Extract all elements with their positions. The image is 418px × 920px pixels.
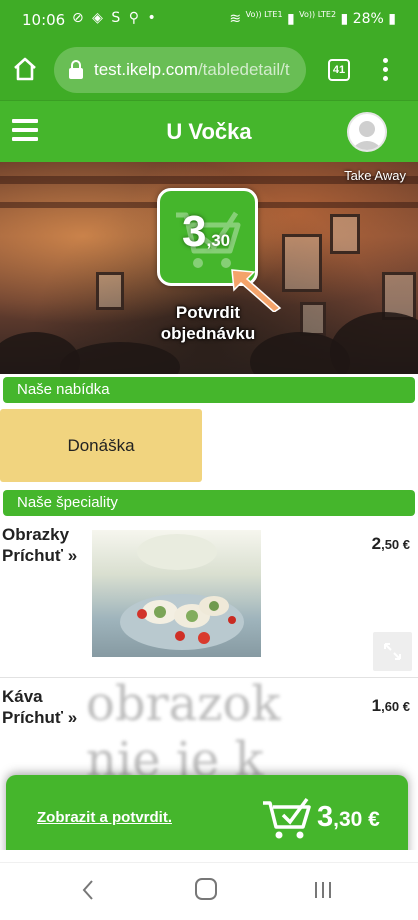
url-host: test.ikelp.com	[94, 60, 198, 79]
recent-apps-icon[interactable]	[313, 880, 333, 900]
home-icon[interactable]	[12, 56, 38, 82]
section-header-offer: Naše nabídka	[3, 377, 415, 403]
restaurant-hero-image: Take Away 3,30 Potvrdit objednávku	[0, 162, 418, 374]
signal-1-icon: ▮	[286, 11, 295, 27]
battery-icon: ▮	[388, 11, 396, 27]
product-row[interactable]: Obrazky Príchuť » 2,50 €	[0, 516, 418, 678]
notification-icons: ⊘ ◈ S ⚲ •	[72, 10, 158, 26]
product-name[interactable]: Káva Príchuť »	[2, 686, 90, 728]
more-options-icon[interactable]	[381, 56, 389, 84]
product-name[interactable]: Obrazky Príchuť »	[2, 524, 90, 566]
system-nav-bar	[0, 862, 418, 920]
url-path: /tabledetail/t	[197, 60, 290, 79]
product-image[interactable]	[92, 530, 261, 657]
url-bar[interactable]: test.ikelp.com/tabledetail/t	[54, 47, 306, 93]
food-plate-image	[120, 534, 244, 650]
bottom-strip	[0, 850, 418, 862]
image-placeholder-text: obrazok nie je k	[86, 676, 281, 788]
checkout-total: 3,30 €	[317, 801, 380, 834]
product-price: 2,50 €	[372, 534, 410, 554]
delivery-tile[interactable]: Donáška	[0, 409, 202, 482]
wifi-icon: ≋	[229, 11, 242, 27]
network-2-label: Vo)) LTE2	[299, 10, 337, 19]
tab-switcher-button[interactable]: 41	[328, 59, 350, 81]
lock-icon	[69, 60, 83, 79]
product-price-cents: ,60 €	[381, 699, 410, 714]
battery-percent: 28%	[352, 11, 384, 27]
view-and-confirm-link[interactable]: Zobrazit a potvrdit.	[37, 809, 172, 826]
cart-check-icon	[263, 797, 311, 839]
section-header-specials: Naše špeciality	[3, 490, 415, 516]
home-button-icon[interactable]	[195, 878, 217, 900]
product-price-cents: ,50 €	[381, 537, 410, 552]
checkout-bar[interactable]: Zobrazit a potvrdit. 3,30 €	[6, 775, 408, 860]
status-right: ≋ Vo)) LTE1 ▮ Vo)) LTE2 ▮ 28% ▮	[229, 10, 396, 28]
take-away-label[interactable]: Take Away	[344, 168, 406, 183]
checkout-total-cents: ,30 €	[333, 808, 380, 831]
cart-total-main: 3	[182, 207, 207, 256]
back-icon[interactable]	[80, 878, 96, 902]
app-header: U Vočka	[0, 100, 418, 162]
browser-toolbar: test.ikelp.com/tabledetail/t 41	[0, 40, 418, 100]
expand-image-icon[interactable]	[373, 632, 412, 671]
signal-2-icon: ▮	[340, 11, 349, 27]
url-text[interactable]: test.ikelp.com/tabledetail/t	[94, 60, 300, 80]
product-price-main: 1	[371, 696, 382, 715]
cart-total-amount: 3,30	[182, 207, 230, 257]
product-price: 1,60 €	[372, 696, 410, 716]
user-avatar[interactable]	[347, 112, 387, 152]
confirm-order-label[interactable]: Potvrdit objednávku	[130, 302, 286, 344]
checkout-total-main: 3	[317, 801, 334, 833]
product-price-main: 2	[371, 534, 382, 553]
status-bar: 10:06 ⊘ ◈ S ⚲ • ≋ Vo)) LTE1 ▮ Vo)) LTE2 …	[0, 0, 418, 40]
network-1-label: Vo)) LTE1	[245, 10, 283, 19]
cart-total-cents: ,30	[206, 231, 231, 250]
status-time: 10:06	[22, 11, 66, 29]
user-icon	[352, 121, 382, 150]
